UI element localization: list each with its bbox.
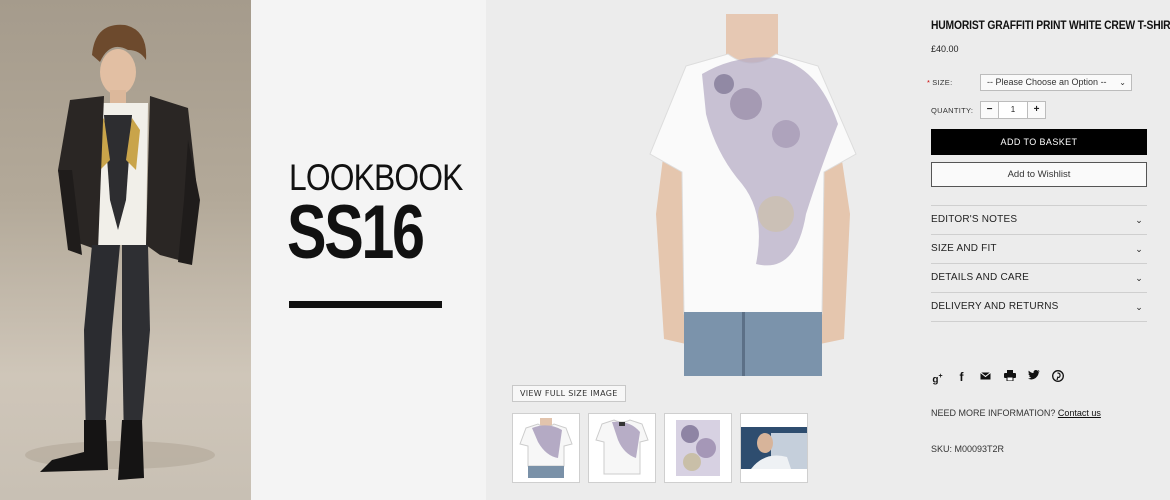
thumbnail-print-detail[interactable]: [664, 413, 732, 483]
thumbnail-front[interactable]: [512, 413, 580, 483]
product-main-image[interactable]: [646, 14, 858, 376]
product-sku: SKU: M00093T2R: [931, 444, 1005, 454]
print-icon[interactable]: [1003, 370, 1016, 384]
lookbook-season: SS16: [287, 190, 425, 275]
product-info-panel: HUMORIST GRAFFITI PRINT WHITE CREW T-SHI…: [927, 0, 1170, 500]
chevron-down-icon: ⌄: [1135, 302, 1143, 312]
need-info-text: NEED MORE INFORMATION?: [931, 408, 1056, 418]
accordion-editors-notes[interactable]: EDITOR'S NOTES ⌄: [931, 206, 1147, 235]
accordion-delivery-and-returns[interactable]: DELIVERY AND RETURNS ⌄: [931, 293, 1147, 322]
page: LOOKBOOK SS16 VIEW FULL SIZE IMAGE HUMOR…: [0, 0, 1170, 500]
thumbnail-back[interactable]: [588, 413, 656, 483]
product-title: HUMORIST GRAFFITI PRINT WHITE CREW T-SHI…: [931, 18, 1170, 32]
view-full-size-button[interactable]: VIEW FULL SIZE IMAGE: [512, 385, 626, 402]
chevron-down-icon: ⌄: [1135, 273, 1143, 283]
email-icon[interactable]: [979, 370, 992, 384]
accordion-label: EDITOR'S NOTES: [931, 214, 1018, 225]
accordion-label: DELIVERY AND RETURNS: [931, 301, 1059, 312]
accordion-size-and-fit[interactable]: SIZE AND FIT ⌄: [931, 235, 1147, 264]
facebook-icon[interactable]: f: [955, 370, 968, 384]
accordion-label: DETAILS AND CARE: [931, 272, 1030, 283]
product-price: £40.00: [931, 44, 959, 54]
google-plus-icon[interactable]: g+: [931, 370, 944, 385]
add-to-basket-button[interactable]: ADD TO BASKET: [931, 129, 1147, 155]
chevron-down-icon: ⌄: [1135, 244, 1143, 254]
product-accordion: EDITOR'S NOTES ⌄ SIZE AND FIT ⌄ DETAILS AN…: [931, 205, 1147, 322]
size-label: * SIZE:: [927, 78, 952, 87]
lookbook-model-image[interactable]: [0, 0, 251, 500]
size-select-value: -- Please Choose an Option --: [987, 77, 1107, 87]
thumbnail-model[interactable]: [740, 413, 808, 483]
size-label-text: SIZE:: [932, 78, 953, 87]
quantity-stepper: − 1 +: [980, 101, 1046, 119]
quantity-increase-button[interactable]: +: [1027, 101, 1046, 119]
quantity-input[interactable]: 1: [999, 101, 1027, 119]
lookbook-divider: [289, 301, 442, 308]
accordion-label: SIZE AND FIT: [931, 243, 997, 254]
pinterest-icon[interactable]: [1051, 370, 1064, 384]
thumbnail-strip: [512, 413, 808, 483]
lookbook-banner[interactable]: LOOKBOOK SS16: [251, 0, 486, 500]
share-icons: g+ f: [931, 370, 1064, 385]
chevron-down-icon: ⌄: [1119, 78, 1126, 87]
quantity-decrease-button[interactable]: −: [980, 101, 999, 119]
contact-us-link[interactable]: Contact us: [1058, 408, 1101, 418]
size-select[interactable]: -- Please Choose an Option -- ⌄: [980, 74, 1132, 91]
twitter-icon[interactable]: [1027, 370, 1040, 384]
required-marker: *: [927, 78, 931, 87]
accordion-details-and-care[interactable]: DETAILS AND CARE ⌄: [931, 264, 1147, 293]
add-to-wishlist-button[interactable]: Add to Wishlist: [931, 162, 1147, 187]
need-more-info: NEED MORE INFORMATION? Contact us: [931, 408, 1101, 418]
chevron-down-icon: ⌄: [1135, 215, 1143, 225]
quantity-label: QUANTITY:: [931, 106, 974, 115]
